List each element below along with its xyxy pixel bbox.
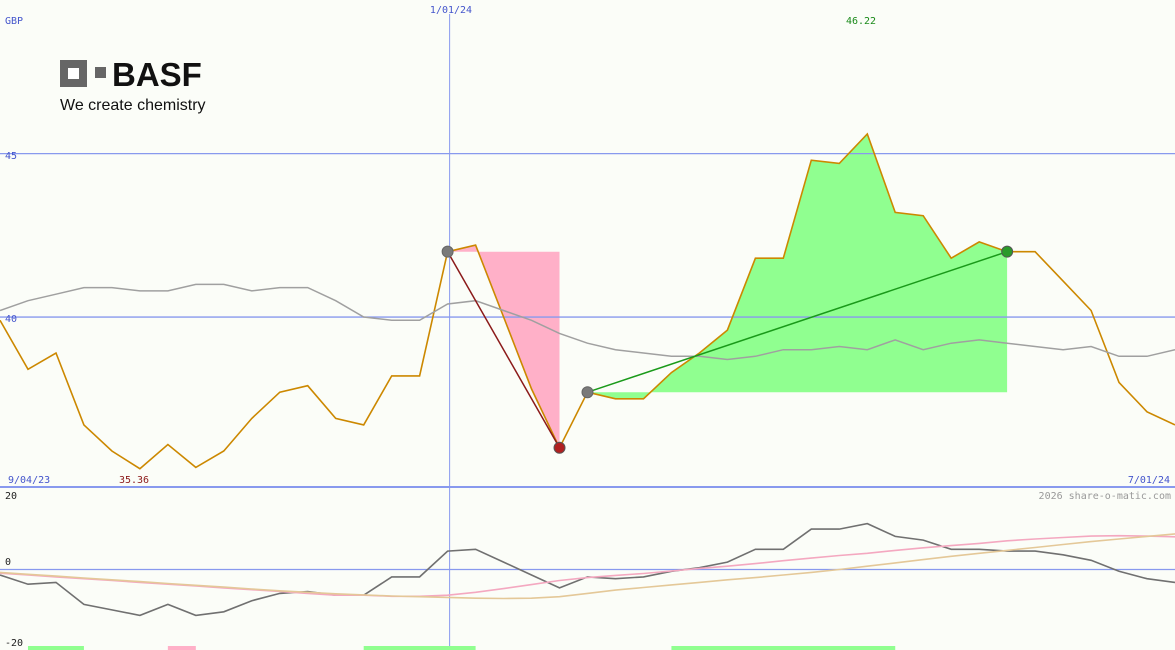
currency-label: GBP bbox=[5, 16, 23, 27]
trade-entry-marker-1 bbox=[581, 386, 594, 399]
x-label-end: 7/01/24 bbox=[1128, 475, 1170, 486]
logo-square-inner bbox=[68, 68, 79, 79]
max-value-label: 46.22 bbox=[846, 16, 876, 27]
signal-bar-2 bbox=[363, 646, 476, 650]
logo-square-small bbox=[95, 67, 106, 78]
osc-tick-0: 0 bbox=[5, 557, 11, 568]
watermark: 2026 share-o-matic.com bbox=[1039, 491, 1171, 502]
brand-logo: BASF We create chemistry bbox=[60, 56, 206, 114]
trade-entry-marker-0 bbox=[441, 245, 454, 258]
trade-exit-marker-0 bbox=[553, 441, 566, 454]
signal-bar-1 bbox=[167, 646, 196, 650]
trade-exit-marker-1 bbox=[1001, 245, 1014, 258]
x-label-marker: 1/01/24 bbox=[430, 5, 472, 16]
signal-bar-0 bbox=[27, 646, 84, 650]
brand-name: BASF bbox=[112, 56, 202, 93]
y-tick-45: 45 bbox=[5, 151, 17, 162]
brand-tagline: We create chemistry bbox=[60, 97, 206, 114]
min-value-label: 35.36 bbox=[119, 475, 149, 486]
y-tick-40: 40 bbox=[5, 314, 17, 325]
osc-tick-neg20: -20 bbox=[5, 638, 23, 649]
signal-bar-3 bbox=[671, 646, 896, 650]
stock-chart: GBP 1/01/24 46.22 35.36 9/04/23 7/01/24 … bbox=[0, 0, 1175, 650]
osc-tick-20: 20 bbox=[5, 491, 17, 502]
x-label-start: 9/04/23 bbox=[8, 475, 50, 486]
